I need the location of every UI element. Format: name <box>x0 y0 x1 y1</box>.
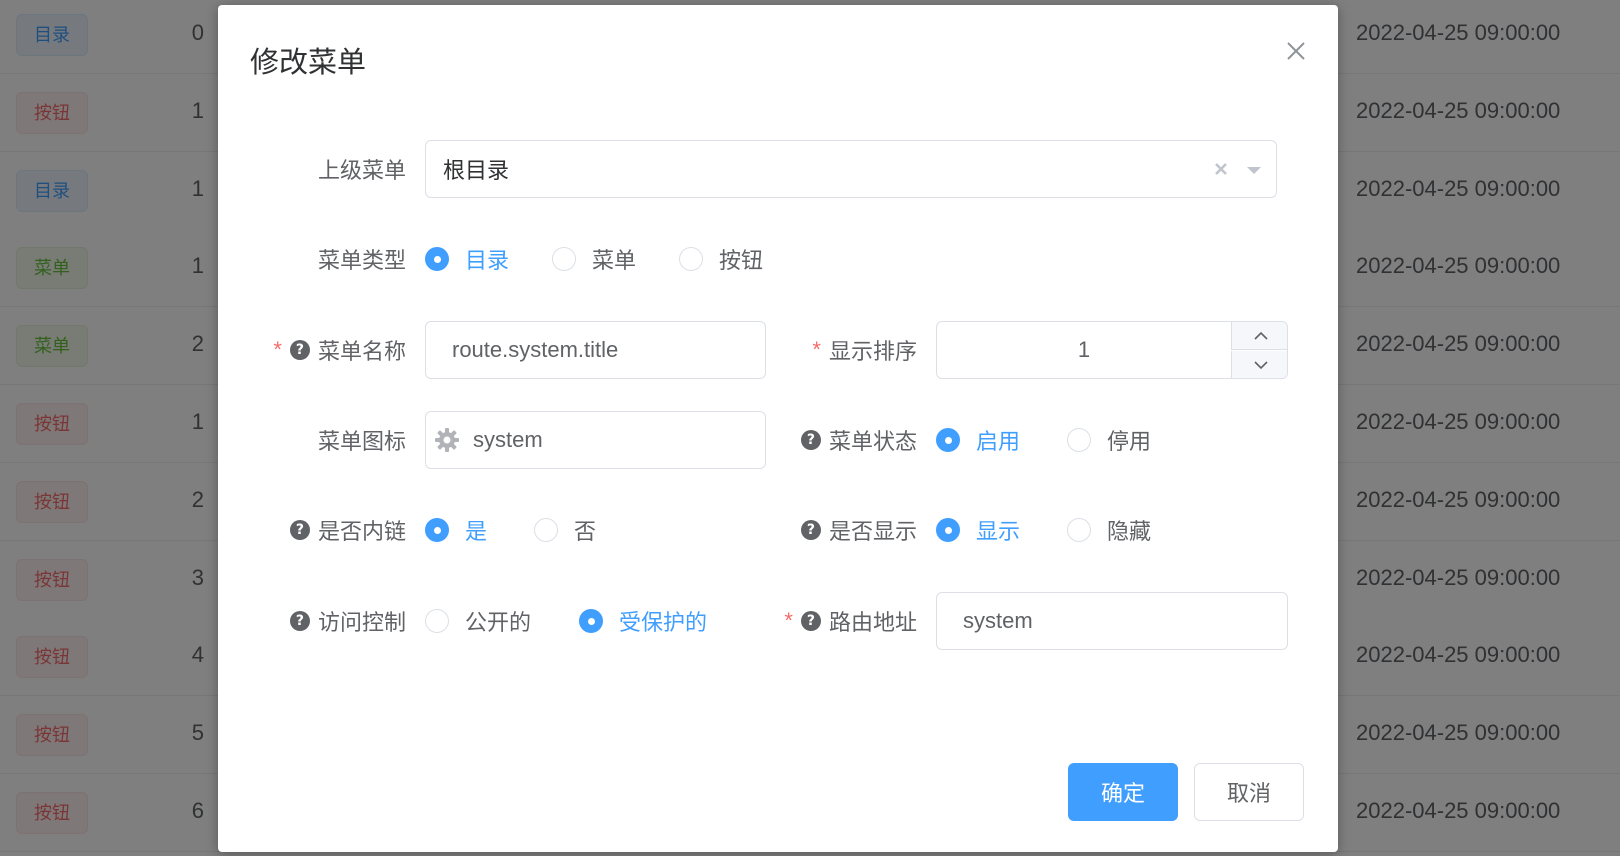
close-button[interactable] <box>1280 35 1312 67</box>
radio-frame-yes[interactable]: 是 <box>425 501 487 559</box>
radio-dot <box>936 428 960 452</box>
radio-dot <box>425 518 449 542</box>
menu-type-label: 菜单类型 <box>317 248 406 273</box>
radio-visible-show[interactable]: 显示 <box>936 501 1020 559</box>
route-path-label: * ? 路由地址 <box>784 608 917 635</box>
dialog-title: 修改菜单 <box>250 47 367 79</box>
is-frame-label: ? 是否内链 <box>218 501 406 559</box>
menu-name-input[interactable]: route.system.title <box>425 321 766 379</box>
sort-order-stepper[interactable]: 1 <box>936 321 1288 379</box>
visible-label: ? 是否显示 <box>778 501 917 559</box>
route-path-input[interactable]: system <box>936 592 1288 650</box>
parent-label: 上级菜单 <box>317 158 406 183</box>
help-icon[interactable]: ? <box>800 611 821 631</box>
help-icon[interactable]: ? <box>289 340 310 360</box>
radio-dot <box>936 518 960 542</box>
radio-status-enabled[interactable]: 启用 <box>936 411 1020 469</box>
help-icon[interactable]: ? <box>800 430 821 450</box>
menu-icon-value: system <box>473 427 543 452</box>
chevron-down-icon <box>1253 361 1268 370</box>
caret-down-icon[interactable] <box>1244 160 1264 180</box>
menu-name-label: * ? 菜单名称 <box>273 337 406 364</box>
chevron-up-icon <box>1253 331 1268 340</box>
radio-dot <box>579 609 603 633</box>
radio-dot <box>1067 428 1091 452</box>
radio-status-disabled[interactable]: 停用 <box>1067 411 1151 469</box>
gear-icon <box>434 427 460 453</box>
cancel-button[interactable]: 取消 <box>1194 763 1304 821</box>
menu-status-label: ? 菜单状态 <box>778 411 917 469</box>
radio-frame-no[interactable]: 否 <box>534 501 596 559</box>
menu-icon-label: 菜单图标 <box>317 429 406 454</box>
radio-menu-type-menu[interactable]: 菜单 <box>552 230 636 288</box>
radio-visible-hide[interactable]: 隐藏 <box>1067 501 1151 559</box>
edit-menu-dialog: 修改菜单 上级菜单 根目录 菜单类型 目录 菜单 按钮 * ? 菜单名称 rou… <box>218 5 1338 852</box>
radio-dot <box>425 247 449 271</box>
radio-access-protected[interactable]: 受保护的 <box>579 592 707 650</box>
parent-value: 根目录 <box>443 158 510 183</box>
radio-dot <box>552 247 576 271</box>
radio-menu-type-dir[interactable]: 目录 <box>425 230 509 288</box>
radio-dot <box>534 518 558 542</box>
access-label: ? 访问控制 <box>218 592 406 650</box>
decrease-button[interactable] <box>1231 351 1287 378</box>
clear-icon[interactable] <box>1210 158 1232 180</box>
radio-dot <box>1067 518 1091 542</box>
radio-menu-type-button[interactable]: 按钮 <box>679 230 763 288</box>
help-icon[interactable]: ? <box>289 520 310 540</box>
increase-button[interactable] <box>1231 322 1287 350</box>
help-icon[interactable]: ? <box>289 611 310 631</box>
confirm-button[interactable]: 确定 <box>1068 763 1178 821</box>
close-icon <box>1287 42 1305 60</box>
radio-dot <box>425 609 449 633</box>
radio-dot <box>679 247 703 271</box>
radio-access-public[interactable]: 公开的 <box>425 592 531 650</box>
menu-icon-input[interactable]: system <box>425 411 766 469</box>
sort-order-value: 1 <box>1077 337 1091 362</box>
sort-order-label: * 显示排序 <box>812 337 917 364</box>
help-icon[interactable]: ? <box>800 520 821 540</box>
parent-select[interactable]: 根目录 <box>425 140 1277 198</box>
